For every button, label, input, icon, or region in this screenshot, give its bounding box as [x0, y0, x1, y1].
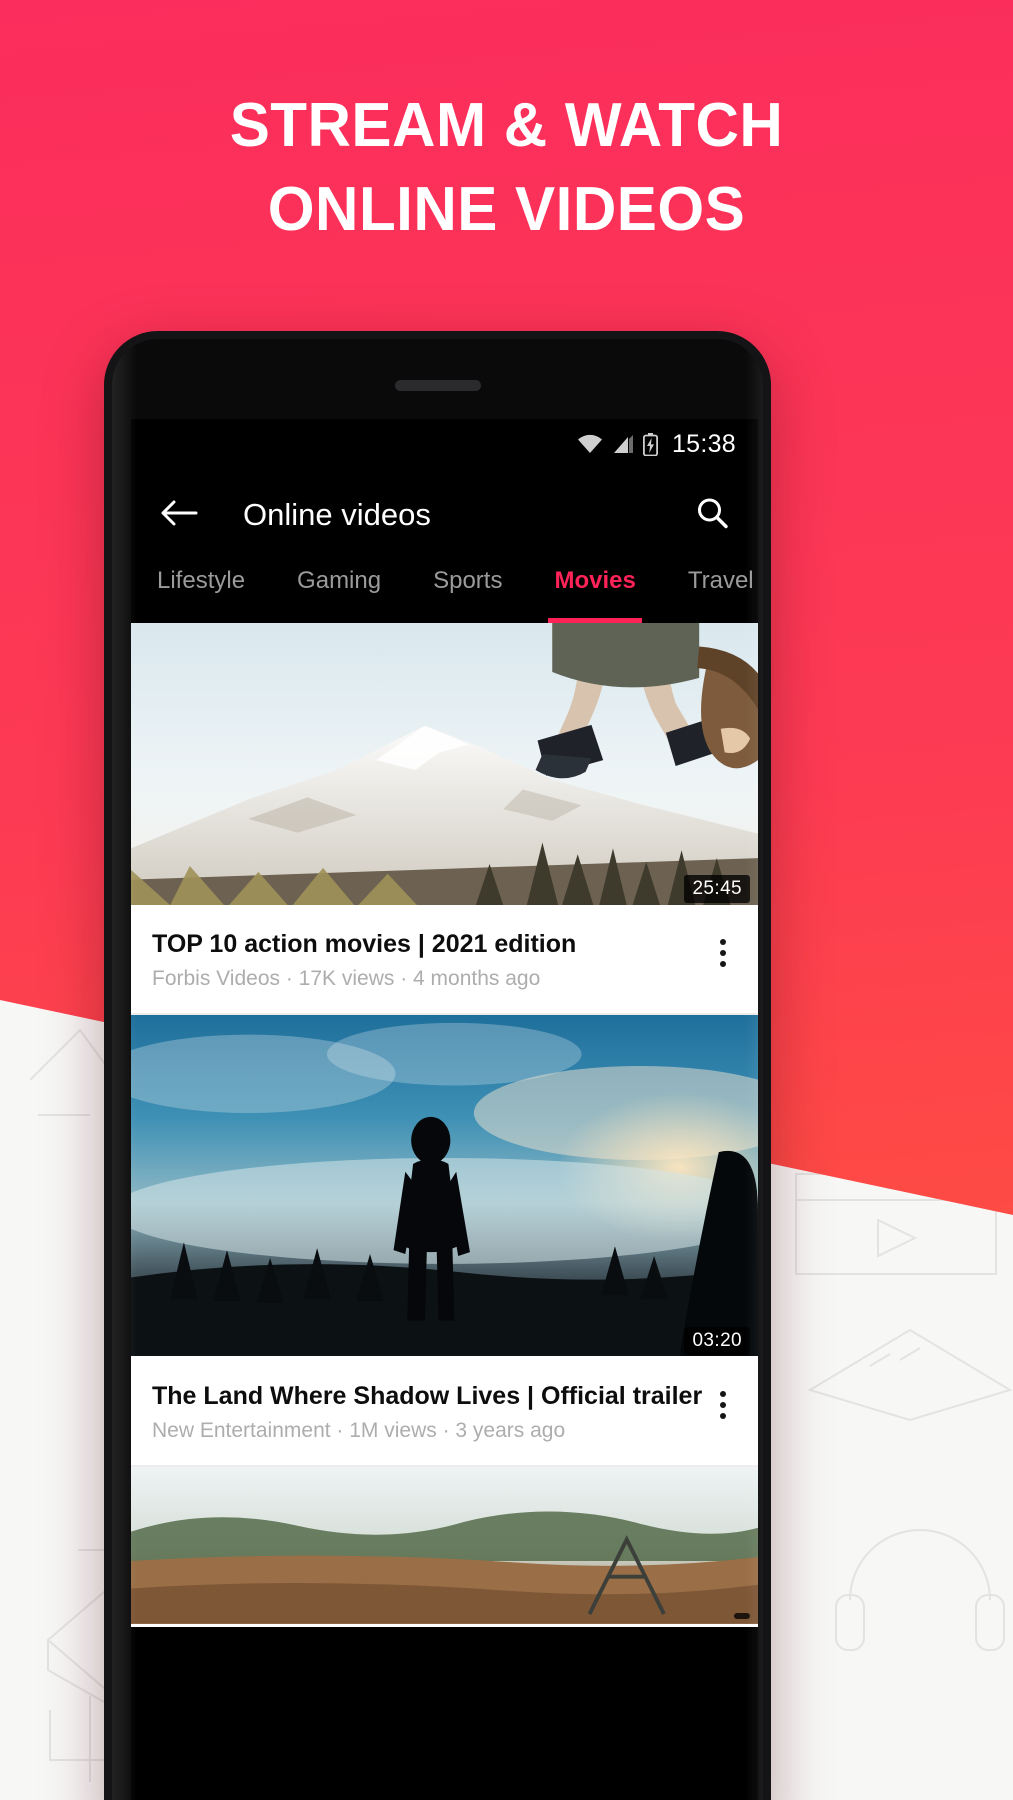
thumbnail-image-field: [131, 1467, 758, 1624]
video-title: The Land Where Shadow Lives | Official t…: [152, 1382, 703, 1410]
video-subtitle: New Entertainment · 1M views · 3 years a…: [152, 1419, 566, 1442]
wifi-icon: [577, 434, 603, 454]
video-more-button[interactable]: [706, 1384, 740, 1426]
back-button[interactable]: [157, 493, 201, 537]
promo-screenshot: STREAM & WATCH ONLINE VIDEOS 15:38 Onlin…: [0, 0, 1013, 1800]
video-thumbnail[interactable]: [131, 1467, 758, 1627]
status-bar-time: 15:38: [671, 429, 736, 458]
video-title: TOP 10 action movies | 2021 edition: [152, 930, 577, 958]
phone-body: 15:38 Online videos Lifestyle Gaming Spo…: [112, 339, 763, 1800]
video-card[interactable]: 25:45 TOP 10 action movies | 2021 editio…: [131, 623, 758, 1013]
video-card[interactable]: [131, 1467, 758, 1627]
video-more-button[interactable]: [706, 932, 740, 974]
phone-mockup: 15:38 Online videos Lifestyle Gaming Spo…: [104, 331, 771, 1800]
arrow-left-icon: [160, 498, 198, 533]
tab-travel[interactable]: Travel: [688, 561, 754, 623]
tab-movies[interactable]: Movies: [548, 561, 643, 623]
status-bar: 15:38: [131, 419, 758, 469]
tab-gaming[interactable]: Gaming: [297, 561, 381, 623]
video-duration-badge: 03:20: [684, 1327, 750, 1355]
video-duration-badge: 25:45: [684, 875, 750, 903]
headline-line-2: ONLINE VIDEOS: [267, 175, 746, 244]
tab-label: Travel: [687, 567, 754, 594]
tab-label: Lifestyle: [157, 567, 246, 594]
video-meta-text: The Land Where Shadow Lives | Official t…: [152, 1380, 706, 1443]
page-title: Online videos: [243, 497, 431, 532]
phone-screen: 15:38 Online videos Lifestyle Gaming Spo…: [131, 419, 758, 1800]
search-button[interactable]: [690, 493, 734, 537]
video-thumbnail[interactable]: 03:20: [131, 1015, 758, 1363]
category-tabs[interactable]: Lifestyle Gaming Sports Movies Travel: [131, 561, 758, 623]
tab-label: Gaming: [297, 567, 382, 594]
thumbnail-image-silhouette: [131, 1015, 758, 1356]
video-meta: The Land Where Shadow Lives | Official t…: [131, 1363, 758, 1465]
video-meta-text: TOP 10 action movies | 2021 edition Forb…: [152, 928, 706, 991]
headline-line-1: STREAM & WATCH: [229, 91, 784, 160]
video-duration-badge: [734, 1613, 750, 1619]
video-subtitle: Forbis Videos · 17K views · 4 months ago: [152, 967, 541, 990]
tab-lifestyle[interactable]: Lifestyle: [157, 561, 245, 623]
app-bar: Online videos: [131, 469, 758, 561]
more-vertical-icon: [720, 1391, 726, 1397]
search-icon: [695, 496, 729, 535]
tab-sports[interactable]: Sports: [433, 561, 502, 623]
battery-charging-icon: [642, 432, 658, 456]
video-meta: TOP 10 action movies | 2021 edition Forb…: [131, 911, 758, 1013]
cellular-signal-icon: [612, 434, 634, 454]
phone-earpiece: [394, 380, 481, 391]
thumbnail-image-mountain: [131, 623, 758, 906]
more-vertical-icon: [720, 939, 726, 945]
tab-label: Movies: [554, 567, 636, 594]
video-feed[interactable]: 25:45 TOP 10 action movies | 2021 editio…: [131, 623, 758, 1800]
video-thumbnail[interactable]: 25:45: [131, 623, 758, 911]
tab-label: Sports: [433, 567, 503, 594]
promo-headline: STREAM & WATCH ONLINE VIDEOS: [15, 84, 998, 252]
video-card[interactable]: 03:20 The Land Where Shadow Lives | Offi…: [131, 1015, 758, 1465]
